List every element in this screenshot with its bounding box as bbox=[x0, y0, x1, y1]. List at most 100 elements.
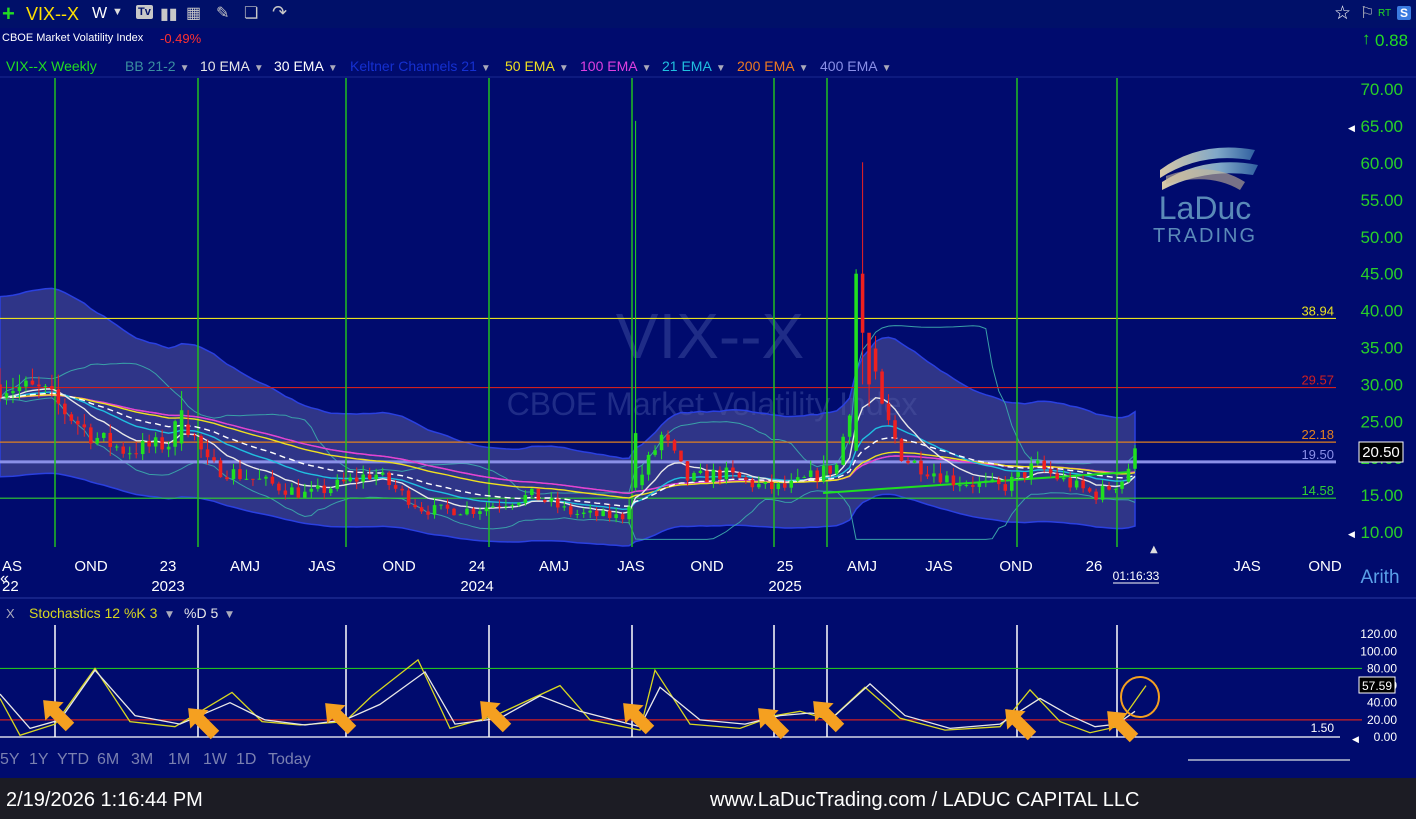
candle-body bbox=[530, 488, 534, 496]
stoch-d-caret-icon[interactable]: ▼ bbox=[226, 610, 233, 620]
candle-body bbox=[1087, 488, 1092, 492]
range-button-6m[interactable]: 6M bbox=[97, 751, 119, 769]
range-button-3m[interactable]: 3M bbox=[131, 751, 153, 769]
candle-body bbox=[666, 434, 670, 441]
candle-body bbox=[63, 403, 67, 415]
logo-text-1: LaDuc bbox=[1159, 190, 1252, 226]
price-tick: 35.00 bbox=[1360, 339, 1403, 358]
candle-body bbox=[37, 384, 41, 387]
candle-body bbox=[912, 460, 917, 463]
candle-body bbox=[705, 470, 709, 483]
candle-body bbox=[127, 453, 132, 455]
stoch-caret-icon[interactable]: ▼ bbox=[166, 610, 173, 620]
candle-body bbox=[588, 510, 592, 513]
range-button-5y[interactable]: 5Y bbox=[0, 751, 20, 769]
price-tick: 15.00 bbox=[1360, 486, 1403, 505]
candle-body bbox=[43, 386, 48, 388]
candle-body bbox=[367, 474, 372, 480]
range-button-today[interactable]: Today bbox=[268, 751, 311, 769]
stoch-label[interactable]: Stochastics 12 %K 3 bbox=[29, 605, 158, 621]
candle-body bbox=[964, 485, 969, 487]
price-tick: 40.00 bbox=[1360, 302, 1403, 321]
candle-body bbox=[1042, 460, 1046, 470]
candle-body bbox=[549, 498, 554, 502]
candle-body bbox=[465, 508, 469, 515]
candle-body bbox=[1003, 484, 1008, 491]
candle-body bbox=[147, 441, 151, 447]
range-button-1m[interactable]: 1M bbox=[168, 751, 190, 769]
candle-body bbox=[1120, 481, 1124, 489]
stoch-close-icon[interactable]: X bbox=[6, 606, 15, 621]
candle-body bbox=[76, 420, 80, 425]
candle-body bbox=[977, 481, 982, 487]
candle-body bbox=[140, 441, 145, 455]
candle-body bbox=[828, 465, 832, 474]
candle-body bbox=[646, 454, 651, 475]
price-tick: 10.00 bbox=[1360, 523, 1403, 542]
range-button-1w[interactable]: 1W bbox=[203, 751, 227, 769]
laduc-logo: LaDuc TRADING bbox=[1153, 147, 1258, 247]
time-label: JAS bbox=[617, 558, 645, 575]
range-button-1d[interactable]: 1D bbox=[236, 751, 256, 769]
time-label: AMJ bbox=[847, 558, 877, 575]
candle-body bbox=[1126, 468, 1131, 482]
candle-body bbox=[218, 460, 223, 478]
candle-body bbox=[166, 446, 171, 450]
candle-body bbox=[795, 477, 800, 481]
scale-mode-toggle[interactable]: Arith bbox=[1360, 567, 1399, 588]
candle-body bbox=[607, 510, 612, 519]
candle-body bbox=[354, 477, 359, 482]
time-label: AMJ bbox=[539, 558, 569, 575]
stoch-d-label[interactable]: %D 5 bbox=[184, 605, 218, 621]
signal-arrow-icon bbox=[325, 703, 357, 735]
candle-body bbox=[958, 485, 962, 487]
year-label: 2025 bbox=[768, 578, 801, 595]
candle-body bbox=[919, 460, 923, 475]
candle-body bbox=[160, 437, 164, 450]
price-tick: 65.00 bbox=[1360, 117, 1403, 136]
candle-body bbox=[523, 495, 528, 503]
candle-body bbox=[212, 457, 216, 461]
candle-body bbox=[510, 504, 515, 507]
candle-body bbox=[821, 465, 826, 482]
candle-body bbox=[971, 485, 975, 487]
candle-body bbox=[1107, 485, 1111, 490]
candle-body bbox=[432, 505, 437, 515]
candle-body bbox=[1061, 477, 1066, 480]
candle-body bbox=[121, 446, 126, 454]
range-button-ytd[interactable]: YTD bbox=[57, 751, 89, 769]
footer-site: www.LaDucTrading.com / LADUC CAPITAL LLC bbox=[710, 789, 1140, 811]
candle-body bbox=[731, 467, 735, 473]
highlight-circle bbox=[1120, 676, 1160, 718]
candle-body bbox=[56, 389, 61, 404]
candle-body bbox=[789, 480, 794, 488]
candle-body bbox=[1029, 463, 1034, 478]
candle-body bbox=[873, 348, 878, 372]
candle-body bbox=[633, 433, 638, 488]
candle-body bbox=[316, 485, 320, 489]
candle-body bbox=[763, 481, 768, 484]
stoch-low-label: 1.50 bbox=[1311, 721, 1335, 735]
candle-body bbox=[335, 479, 340, 489]
footer-bar: 2/19/2026 1:16:44 PM www.LaDucTrading.co… bbox=[0, 778, 1416, 819]
candle-body bbox=[679, 450, 683, 462]
candle-body bbox=[945, 475, 949, 483]
logo-text-2: TRADING bbox=[1153, 225, 1257, 247]
countdown-label: 01:16:33 bbox=[1113, 569, 1160, 583]
candle-body bbox=[1035, 460, 1040, 464]
candle-body bbox=[491, 506, 495, 508]
footer-datetime: 2/19/2026 1:16:44 PM bbox=[6, 789, 203, 811]
level-label-0: 38.94 bbox=[1301, 303, 1334, 318]
candle-body bbox=[225, 477, 229, 480]
price-tick: 55.00 bbox=[1360, 191, 1403, 210]
candle-body bbox=[770, 481, 774, 490]
candle-body bbox=[802, 476, 807, 478]
candle-body bbox=[653, 450, 657, 455]
candle-body bbox=[925, 474, 930, 477]
range-button-1y[interactable]: 1Y bbox=[29, 751, 49, 769]
candle-body bbox=[718, 469, 722, 480]
candle-body bbox=[24, 380, 28, 387]
candle-body bbox=[1048, 469, 1053, 474]
candle-body bbox=[990, 479, 995, 481]
candle-body bbox=[192, 434, 197, 436]
